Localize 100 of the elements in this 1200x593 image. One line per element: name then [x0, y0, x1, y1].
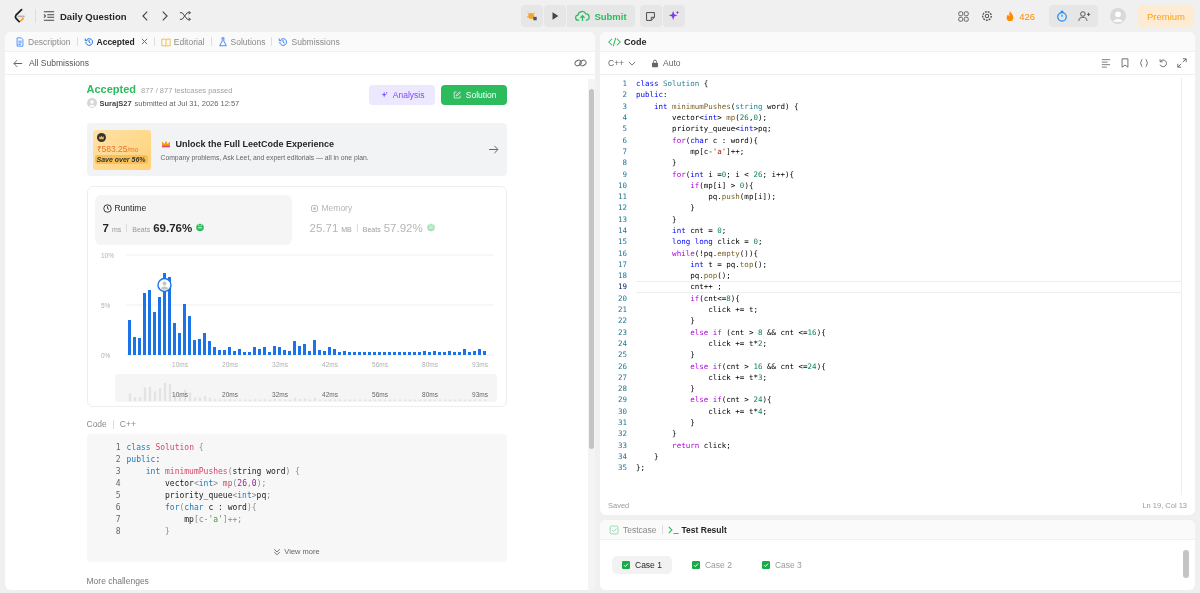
back-link[interactable]: All Submissions: [13, 58, 89, 68]
case-tab[interactable]: Case 2: [681, 556, 742, 574]
bar[interactable]: [277, 347, 281, 355]
close-icon[interactable]: [140, 38, 148, 45]
bar[interactable]: [152, 312, 156, 355]
bar[interactable]: [387, 352, 391, 355]
panel-tab[interactable]: Accepted: [79, 36, 152, 47]
bar[interactable]: [202, 333, 206, 355]
scrollbar[interactable]: [588, 79, 595, 590]
bar[interactable]: [362, 352, 366, 355]
bar[interactable]: [442, 352, 446, 355]
bar[interactable]: [212, 347, 216, 355]
bar[interactable]: [472, 351, 476, 355]
braces-icon[interactable]: [1139, 58, 1149, 68]
bar[interactable]: [177, 333, 181, 355]
bar[interactable]: [247, 352, 251, 355]
bar[interactable]: [172, 323, 176, 355]
bar[interactable]: [187, 316, 191, 355]
bar[interactable]: [197, 339, 201, 355]
bar[interactable]: [477, 349, 481, 355]
bar[interactable]: [367, 352, 371, 355]
bar[interactable]: [482, 351, 486, 355]
bar[interactable]: [267, 352, 271, 355]
panel-tab[interactable]: Test Result: [664, 524, 730, 535]
auto-mode[interactable]: Auto: [651, 58, 681, 68]
bar[interactable]: [427, 352, 431, 355]
add-user-icon[interactable]: [1078, 10, 1091, 22]
bar[interactable]: [147, 290, 151, 355]
shuffle-icon[interactable]: [178, 10, 192, 22]
panel-tab[interactable]: Testcase: [606, 524, 660, 535]
bar[interactable]: [232, 351, 236, 355]
note-button[interactable]: [639, 5, 662, 27]
bar[interactable]: [412, 352, 416, 355]
problem-list-link[interactable]: Daily Question: [60, 10, 127, 22]
sparkle-button[interactable]: [662, 5, 685, 27]
bar[interactable]: [307, 351, 311, 355]
language-dropdown[interactable]: C++: [608, 58, 637, 68]
logo-icon[interactable]: [12, 8, 28, 24]
bar[interactable]: [352, 352, 356, 355]
bar[interactable]: [402, 352, 406, 355]
bar[interactable]: [257, 349, 261, 355]
panel-tab[interactable]: Submissions: [274, 36, 344, 47]
bar[interactable]: [332, 349, 336, 355]
bar[interactable]: [142, 293, 146, 355]
grid-icon[interactable]: [958, 10, 970, 22]
bar[interactable]: [252, 347, 256, 355]
settings-icon[interactable]: [981, 10, 994, 22]
run-button[interactable]: [544, 5, 567, 27]
case-tab[interactable]: Case 1: [612, 556, 672, 574]
bar[interactable]: [132, 337, 136, 355]
bar[interactable]: [317, 350, 321, 355]
bar[interactable]: [192, 340, 196, 355]
bar[interactable]: [282, 350, 286, 355]
bar[interactable]: [337, 352, 341, 355]
bar[interactable]: [392, 352, 396, 355]
bar[interactable]: [322, 351, 326, 355]
panel-tab[interactable]: Editorial: [156, 36, 209, 47]
bar[interactable]: [342, 351, 346, 355]
bar[interactable]: [382, 352, 386, 355]
bar[interactable]: [287, 351, 291, 355]
analysis-button[interactable]: Analysis: [368, 85, 435, 105]
problem-list-icon[interactable]: [43, 10, 55, 22]
bookmark-icon[interactable]: [1120, 58, 1130, 68]
previous-icon[interactable]: [140, 10, 150, 22]
bar[interactable]: [447, 351, 451, 355]
bar[interactable]: [207, 341, 211, 355]
bar[interactable]: [372, 352, 376, 355]
panel-tab[interactable]: Description: [11, 36, 75, 47]
bar[interactable]: [437, 352, 441, 355]
bar[interactable]: [222, 350, 226, 355]
bar[interactable]: [422, 351, 426, 355]
format-icon[interactable]: [1101, 58, 1111, 68]
bar[interactable]: [407, 352, 411, 355]
arrow-right-icon[interactable]: [487, 145, 499, 154]
bar[interactable]: [417, 352, 421, 355]
link-icon[interactable]: [574, 58, 587, 68]
bar[interactable]: [182, 304, 186, 355]
bar[interactable]: [357, 352, 361, 355]
bar[interactable]: [432, 351, 436, 355]
solution-button[interactable]: Solution: [440, 85, 507, 105]
bar[interactable]: [127, 320, 131, 355]
bar[interactable]: [297, 346, 301, 355]
bar[interactable]: [452, 352, 456, 355]
bar[interactable]: [467, 352, 471, 355]
bar[interactable]: [237, 349, 241, 355]
bar[interactable]: [242, 352, 246, 355]
expand-icon[interactable]: [1177, 58, 1187, 68]
bar[interactable]: [347, 352, 351, 355]
reset-icon[interactable]: [1158, 58, 1168, 68]
bar[interactable]: [157, 297, 161, 355]
bar[interactable]: [377, 352, 381, 355]
bar[interactable]: [462, 349, 466, 355]
panel-tab[interactable]: Solutions: [213, 36, 270, 47]
streak-counter[interactable]: 426: [1005, 10, 1035, 22]
bar[interactable]: [457, 352, 461, 355]
bar[interactable]: [217, 350, 221, 355]
timer-icon[interactable]: [1056, 10, 1068, 22]
bar[interactable]: [397, 352, 401, 355]
debug-button[interactable]: [521, 5, 544, 27]
bar[interactable]: [272, 346, 276, 355]
